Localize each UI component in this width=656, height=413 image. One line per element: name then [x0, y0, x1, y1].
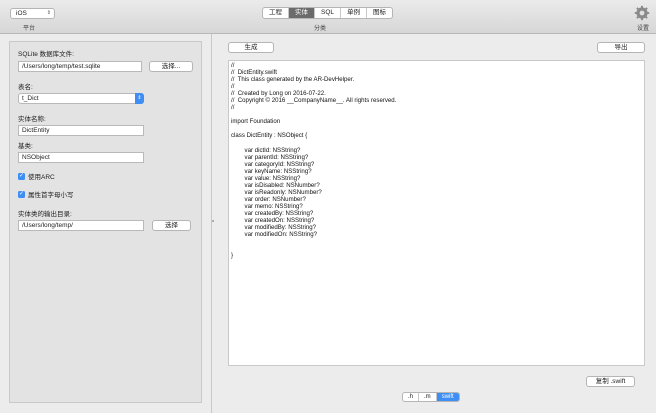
copy-button[interactable]: 复制 .swift — [586, 376, 635, 387]
code-line: var keyName: NSString? — [231, 167, 312, 175]
table-select[interactable]: t_Dict ⇕ — [18, 93, 144, 104]
code-line: // Created by Long on 2016-07-22. — [231, 90, 326, 98]
choose-db-button[interactable]: 选择... — [149, 61, 193, 72]
gear-icon[interactable] — [634, 5, 650, 21]
code-line: // — [231, 62, 235, 69]
code-line: // — [231, 104, 235, 112]
code-line: var createdBy: NSString? — [231, 209, 314, 217]
file-type-segmented-control[interactable]: .h .m swift — [402, 392, 460, 402]
platform-caption: 平台 — [23, 26, 36, 32]
output-dir-label: 实体类的输出目录: — [18, 211, 72, 218]
code-line: var memo: NSString? — [231, 202, 303, 210]
split-divider[interactable] — [211, 34, 214, 413]
code-line: var value: NSString? — [231, 174, 301, 182]
code-line: var isDisabled: NSNumber? — [231, 181, 320, 189]
category-segmented-control[interactable]: 工程 实体 SQL 单例 图标 — [262, 7, 394, 19]
output-dir-field[interactable]: /Users/long/temp/ — [18, 220, 144, 231]
table-label: 表名: — [18, 84, 33, 91]
platform-select[interactable]: iOS ⇕ — [10, 8, 55, 19]
code-line: // Copyright © 2016 __CompanyName__. All… — [231, 97, 397, 105]
lowercase-first-label: 属性首字母小写 — [28, 192, 74, 199]
base-class-field[interactable]: NSObject — [18, 152, 144, 163]
code-line: import Foundation — [231, 118, 281, 126]
code-line: class DictEntity : NSObject { — [231, 132, 308, 140]
checkmark-icon: ✓ — [18, 172, 25, 180]
chevron-down-icon: ⇕ — [135, 93, 144, 104]
code-line: var modifiedBy: NSString? — [231, 224, 317, 232]
use-arc-label: 使用ARC — [28, 174, 55, 181]
code-lines: //// DictEntity.swift// This class gener… — [231, 62, 396, 259]
file-type-segment-0[interactable]: .h — [403, 393, 420, 401]
db-path-field[interactable]: /Users/long/temp/test.sqlite — [18, 61, 142, 72]
segment-2[interactable]: SQL — [315, 8, 342, 18]
code-line: // — [231, 83, 235, 91]
code-line: var isReadonly: NSNumber? — [231, 188, 322, 196]
table-value: t_Dict — [22, 95, 39, 102]
segment-1[interactable]: 实体 — [289, 8, 315, 18]
settings-caption: 设置 — [637, 26, 650, 32]
options-panel: SQLite 数据库文件: /Users/long/temp/test.sqli… — [9, 41, 202, 403]
file-type-segment-2[interactable]: swift — [436, 393, 459, 401]
use-arc-checkbox[interactable]: ✓ 使用ARC — [18, 171, 55, 181]
toolbar: iOS ⇕ 平台 工程 实体 SQL 单例 图标 分类 设置 — [0, 0, 656, 34]
code-line: var categoryId: NSString? — [231, 160, 315, 168]
code-line: var modifiedOn: NSString? — [231, 231, 318, 239]
segment-4[interactable]: 图标 — [367, 8, 392, 18]
code-line: var parentId: NSString? — [231, 153, 309, 161]
platform-value: iOS — [16, 10, 27, 17]
segment-3[interactable]: 单例 — [341, 8, 368, 18]
entity-name-field[interactable]: DictEntity — [18, 125, 144, 136]
code-line: // DictEntity.swift — [231, 69, 277, 77]
lowercase-first-checkbox[interactable]: ✓ 属性首字母小写 — [18, 189, 74, 199]
file-type-segment-1[interactable]: .m — [419, 393, 437, 401]
db-file-label: SQLite 数据库文件: — [18, 51, 74, 58]
code-line: var createdOn: NSString? — [231, 217, 315, 225]
code-line: // This class generated by the AR-DevHel… — [231, 76, 355, 84]
divider-handle[interactable] — [212, 220, 214, 222]
code-line: } — [231, 252, 234, 260]
checkmark-icon: ✓ — [18, 190, 25, 198]
base-class-label: 基类: — [18, 143, 33, 150]
category-caption: 分类 — [314, 26, 327, 32]
code-line: var order: NSNumber? — [231, 195, 306, 203]
segment-0[interactable]: 工程 — [263, 8, 289, 18]
updown-arrows-icon: ⇕ — [46, 10, 51, 16]
code-editor[interactable]: //// DictEntity.swift// This class gener… — [228, 60, 645, 366]
choose-output-button[interactable]: 选择 — [152, 220, 191, 231]
export-button[interactable]: 导出 — [597, 42, 645, 53]
code-line: var dictId: NSString? — [231, 146, 301, 154]
entity-name-label: 实体名称: — [18, 116, 46, 123]
generate-button[interactable]: 生成 — [228, 42, 274, 53]
